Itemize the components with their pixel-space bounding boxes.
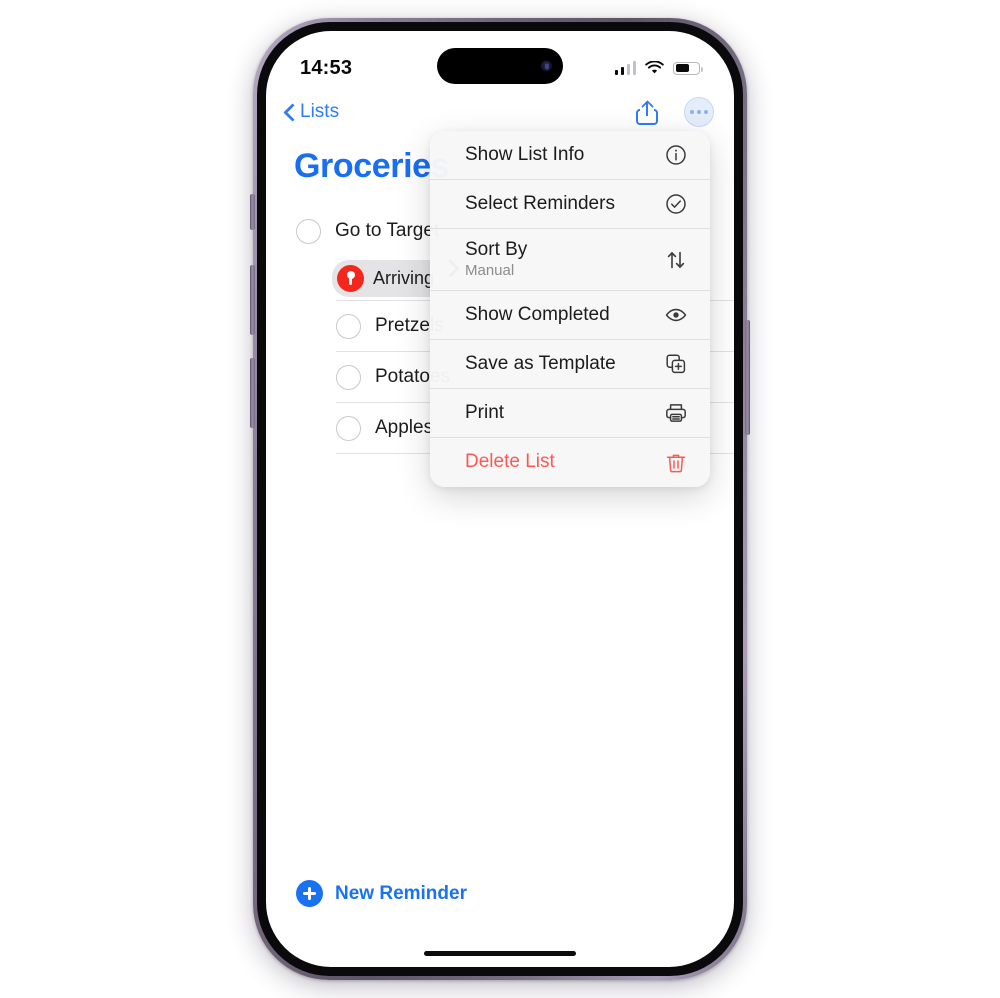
status-time: 14:53 (300, 56, 353, 79)
wifi-icon (645, 61, 664, 74)
printer-icon (664, 401, 688, 425)
dynamic-island (437, 48, 563, 84)
back-button[interactable]: Lists (284, 101, 339, 123)
menu-item-delete-list[interactable]: Delete List (430, 438, 710, 487)
share-icon[interactable] (636, 99, 658, 125)
context-menu: Show List Info Select Reminders Sort By … (430, 131, 710, 487)
status-badge-label: Arriving (373, 267, 435, 288)
nav-actions (636, 97, 714, 127)
front-camera-icon (541, 60, 552, 72)
cellular-signal-icon (614, 61, 636, 75)
menu-item-label: Show Completed (465, 303, 610, 325)
new-reminder-label: New Reminder (335, 882, 467, 904)
menu-item-select-reminders[interactable]: Select Reminders (430, 180, 710, 229)
complete-toggle-circle[interactable] (296, 218, 321, 244)
action-button[interactable] (250, 194, 255, 230)
status-indicators (614, 61, 703, 75)
menu-item-print[interactable]: Print (430, 389, 710, 438)
back-button-label: Lists (300, 101, 340, 122)
menu-item-save-as-template[interactable]: Save as Template (430, 340, 710, 389)
menu-item-label: Sort By (465, 238, 528, 260)
ellipsis-circle-icon[interactable] (684, 97, 714, 127)
power-button[interactable] (745, 320, 750, 435)
plus-circle-icon (296, 880, 323, 907)
trash-icon (664, 451, 688, 475)
location-pin-icon (337, 264, 364, 292)
duplicate-plus-icon (664, 352, 688, 376)
menu-item-sublabel: Manual (465, 262, 515, 280)
chevron-left-icon (284, 103, 295, 122)
arrow-up-down-icon (664, 248, 688, 272)
battery-icon (673, 61, 703, 75)
reminder-title: Go to Target (335, 220, 440, 242)
menu-item-label: Show List Info (465, 143, 585, 165)
info-circle-icon (664, 143, 688, 167)
menu-item-label: Print (465, 401, 505, 423)
menu-item-label: Delete List (465, 451, 555, 473)
new-reminder-button[interactable]: New Reminder (266, 880, 734, 907)
complete-toggle-circle[interactable] (336, 415, 361, 441)
menu-item-show-completed[interactable]: Show Completed (430, 291, 710, 340)
reminder-title: Apples (375, 417, 434, 439)
navigation-bar: Lists (266, 89, 734, 135)
checkmark-circle-icon (664, 192, 688, 216)
home-indicator[interactable] (424, 951, 576, 956)
menu-item-show-list-info[interactable]: Show List Info (430, 131, 710, 180)
menu-item-label: Save as Template (465, 352, 616, 374)
complete-toggle-circle[interactable] (336, 313, 361, 339)
complete-toggle-circle[interactable] (336, 364, 361, 390)
volume-up-button[interactable] (250, 265, 255, 335)
volume-down-button[interactable] (250, 358, 255, 428)
menu-item-sort-by[interactable]: Sort By Manual (430, 229, 710, 291)
eye-icon (664, 303, 688, 327)
menu-item-label: Select Reminders (465, 192, 615, 214)
screenshot-root: 14:53 Lists Groceries Go to Target Arriv… (0, 0, 1000, 998)
